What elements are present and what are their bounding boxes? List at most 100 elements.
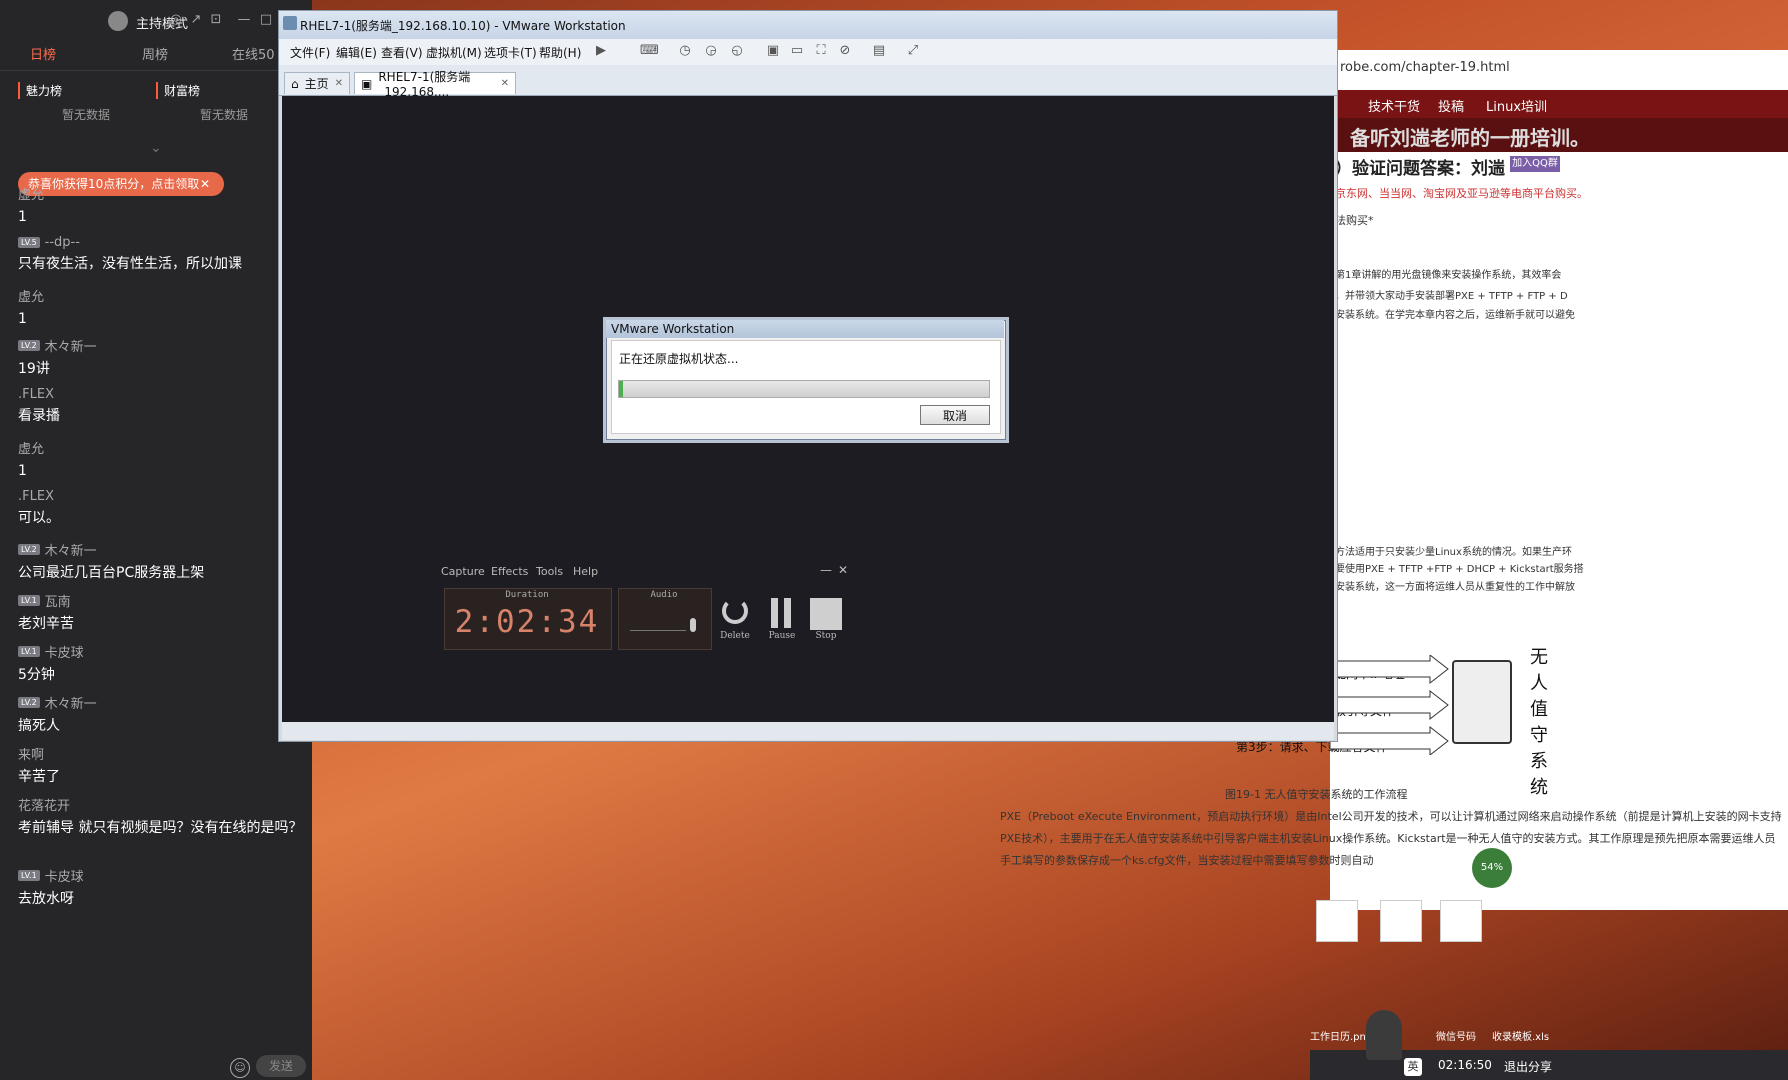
chat-text: 公司最近几百台PC服务器上架 <box>18 565 205 581</box>
recorder-menu-effects[interactable]: Effects <box>491 565 528 578</box>
minimize-icon[interactable]: — <box>236 12 252 28</box>
desktop-file-label: 微信号码 <box>1436 1032 1476 1043</box>
pause-button-label[interactable]: Pause <box>765 631 799 641</box>
chevron-down-icon[interactable]: ⌄ <box>150 140 162 156</box>
pause-icon[interactable] <box>770 598 792 628</box>
minimize-icon[interactable]: — <box>820 563 832 577</box>
chat-text: 看录播 <box>18 408 60 424</box>
delete-button-label[interactable]: Delete <box>718 631 752 641</box>
menu-tabs[interactable]: 选项卡(T) <box>484 44 537 61</box>
exit-share-button[interactable]: 退出分享 <box>1504 1058 1552 1075</box>
chat-text: 1 <box>18 209 27 225</box>
qq-group-badge[interactable]: 加入QQ群 <box>1510 156 1560 172</box>
console-icon[interactable]: ▤ <box>870 42 888 60</box>
figure-caption: 图19-1 无人值守安装系统的工作流程 <box>1225 788 1408 801</box>
revert-snapshot-icon[interactable]: ◶ <box>702 42 720 60</box>
menu-file[interactable]: 文件(F) <box>290 44 330 61</box>
desktop-file-icon[interactable] <box>1316 900 1358 942</box>
recorder-menu-tools[interactable]: Tools <box>536 565 563 578</box>
audio-meter[interactable] <box>630 622 686 631</box>
level-badge: LV.2 <box>18 697 40 708</box>
level-badge: LV.1 <box>18 870 40 881</box>
level-badge: LV.2 <box>18 544 40 555</box>
home-icon: ⌂ <box>291 76 299 91</box>
level-badge: LV.2 <box>18 340 40 351</box>
vm-statusbar <box>282 722 1334 740</box>
chat-user[interactable]: 卡皮球 <box>45 642 84 661</box>
divider <box>0 70 312 71</box>
chat-user[interactable]: 虚允 <box>18 286 44 305</box>
server-icon <box>1452 660 1512 744</box>
nav-item-linux-training[interactable]: Linux培训 <box>1486 96 1547 115</box>
nav-item-tech[interactable]: 技术干货 <box>1368 96 1420 115</box>
settings-icon[interactable]: ◎ <box>168 12 184 28</box>
microphone-icon <box>690 618 696 632</box>
charm-board-title: 魅力榜 <box>18 82 62 99</box>
chat-user[interactable]: .FLEX <box>18 489 54 504</box>
chat-message: 虚允 1 <box>18 286 306 329</box>
close-icon[interactable]: ✕ <box>335 78 343 89</box>
tab-weekly[interactable]: 周榜 <box>142 44 168 63</box>
chat-user[interactable]: --dp-- <box>45 235 80 250</box>
emoji-icon[interactable]: ☺ <box>230 1058 250 1078</box>
ime-indicator[interactable]: 英 <box>1404 1058 1422 1076</box>
chat-user[interactable]: 木々新一 <box>45 540 97 559</box>
tab-vm-label: RHEL7-1(服务端_192.168.... <box>378 70 471 99</box>
chat-text: 5分钟 <box>18 667 55 683</box>
dialog-title: VMware Workstation <box>611 322 735 336</box>
tab-daily[interactable]: 日榜 <box>30 44 56 63</box>
close-icon[interactable]: ✕ <box>838 563 848 577</box>
chat-message: 花落花开 考前辅导 就只有视频是吗？没有在线的是吗？ <box>18 795 306 838</box>
cancel-button[interactable]: 取消 <box>920 405 990 425</box>
menu-help[interactable]: 帮助(H) <box>539 44 581 61</box>
snapshot-icon[interactable]: ◷ <box>676 42 694 60</box>
chat-user[interactable]: .FLEX <box>18 387 54 402</box>
chat-user[interactable]: 木々新一 <box>45 336 97 355</box>
thumbnail-icon[interactable]: ▭ <box>788 42 806 60</box>
recorder-menu-help[interactable]: Help <box>573 565 598 578</box>
verify-line: ）验证问题答案：刘遄 <box>1335 159 1505 179</box>
tab-online[interactable]: 在线50 <box>232 44 275 63</box>
pin-icon[interactable]: ⊡ <box>208 12 224 28</box>
restore-progress-fill <box>619 381 623 397</box>
unity-icon[interactable]: ⊘ <box>836 42 854 60</box>
chat-message: LV.2 木々新一 公司最近几百台PC服务器上架 <box>18 540 306 583</box>
chat-user[interactable]: 花落花开 <box>18 795 70 814</box>
maximize-icon[interactable]: □ <box>258 12 274 28</box>
stop-button-label[interactable]: Stop <box>809 631 843 641</box>
library-icon[interactable]: ▣ <box>764 42 782 60</box>
chat-user[interactable]: 瓦南 <box>45 591 71 610</box>
vmware-logo-icon <box>283 16 297 30</box>
tab-home[interactable]: ⌂ 主页 ✕ <box>284 72 350 94</box>
chat-text: 搞死人 <box>18 718 60 734</box>
desktop-file-icon[interactable] <box>1440 900 1482 942</box>
browser-url[interactable]: robe.com/chapter-19.html <box>1340 60 1510 75</box>
stretch-icon[interactable]: ⤢ <box>904 42 922 60</box>
play-icon[interactable]: ▶ <box>592 42 610 60</box>
chat-user[interactable]: 虚允 <box>18 184 44 203</box>
send-keys-icon[interactable]: ⌨ <box>640 42 659 60</box>
vm-icon: ▣ <box>361 76 373 91</box>
menu-vm[interactable]: 虚拟机(M) <box>426 44 482 61</box>
chat-user[interactable]: 卡皮球 <box>45 866 84 885</box>
external-link-icon[interactable]: ↗ <box>188 12 204 28</box>
chat-user[interactable]: 木々新一 <box>45 693 97 712</box>
delete-icon[interactable] <box>722 598 748 624</box>
chat-user[interactable]: 虚允 <box>18 438 44 457</box>
close-icon[interactable]: ✕ <box>501 78 509 89</box>
snapshot-manager-icon[interactable]: ◵ <box>728 42 746 60</box>
nav-item-contribute[interactable]: 投稿 <box>1438 96 1464 115</box>
chat-user[interactable]: 来啊 <box>18 744 44 763</box>
desktop-file-icon[interactable] <box>1380 900 1422 942</box>
recorder-menu-capture[interactable]: Capture <box>441 565 485 578</box>
stop-icon[interactable] <box>810 598 842 630</box>
fullscreen-icon[interactable]: ⛶ <box>812 42 830 60</box>
net-up: 111K/s <box>1520 855 1555 866</box>
network-widget[interactable]: 54% <box>1472 848 1512 888</box>
chat-message: .FLEX 可以。 <box>18 489 306 528</box>
send-button[interactable]: 发送 <box>256 1055 306 1077</box>
body-line: 安装系统，这一方面将运维人员从重复性的工作中解放 <box>1335 582 1575 593</box>
menu-view[interactable]: 查看(V) <box>381 44 423 61</box>
menu-edit[interactable]: 编辑(E) <box>336 44 377 61</box>
tab-vm[interactable]: ▣ RHEL7-1(服务端_192.168.... ✕ <box>354 70 516 99</box>
